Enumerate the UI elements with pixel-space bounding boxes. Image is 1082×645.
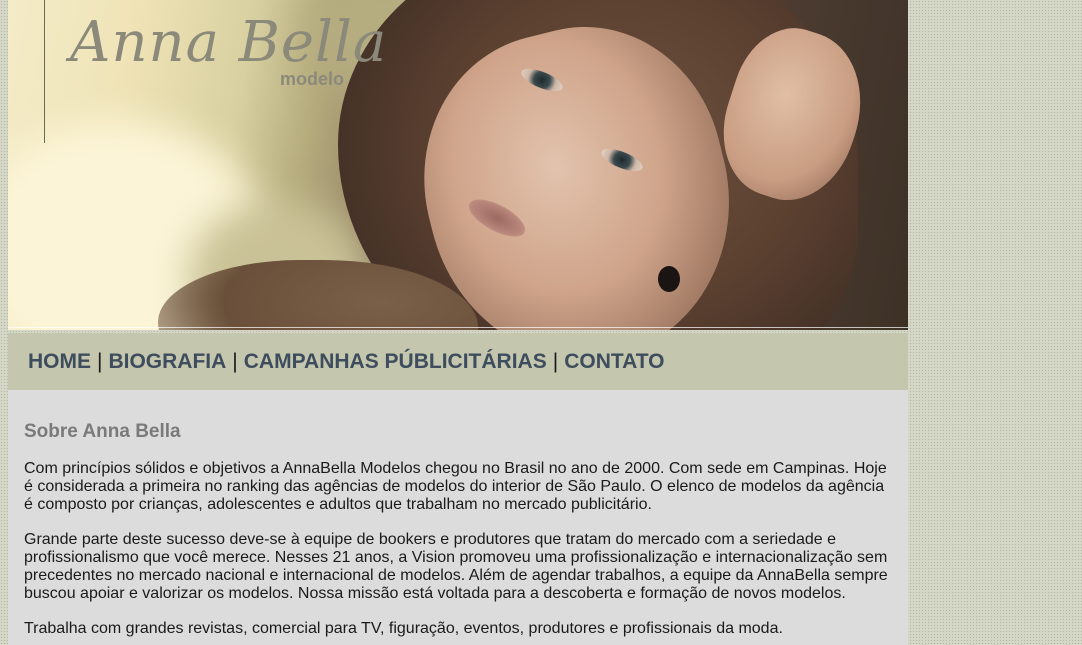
about-paragraph-2: Grande parte deste sucesso deve-se à equ…	[24, 531, 888, 602]
header-banner: Anna Bella modelo	[8, 0, 908, 330]
logo-name: Anna Bella	[70, 10, 388, 75]
logo-subtitle: modelo	[280, 69, 345, 89]
nav-campanhas-link[interactable]: CAMPANHAS PÚBLICITÁRIAS	[244, 350, 547, 374]
about-paragraph-3: Trabalha com grandes revistas, comercial…	[24, 620, 783, 637]
logo-divider	[44, 0, 45, 143]
nav-biografia-link[interactable]: BIOGRAFIA	[108, 350, 226, 374]
about-paragraph-1: Com princípios sólidos e objetivos a Ann…	[24, 460, 887, 513]
nav-home-link[interactable]: HOME	[28, 350, 91, 374]
earring-shape	[658, 266, 680, 292]
nav-separator: |	[232, 349, 238, 373]
nav-separator: |	[97, 349, 103, 373]
main-navigation: HOME | BIOGRAFIA | CAMPANHAS PÚBLICITÁRI…	[8, 333, 908, 390]
nav-contato-link[interactable]: CONTATO	[564, 350, 664, 374]
nav-separator: |	[552, 349, 559, 373]
section-title: Sobre Anna Bella	[24, 421, 181, 442]
about-section: Sobre Anna Bella Com princípios sólidos …	[8, 390, 908, 645]
banner-bottom-rule	[8, 327, 908, 328]
page-container: Anna Bella modelo HOME | BIOGRAFIA | CAM…	[8, 0, 908, 645]
